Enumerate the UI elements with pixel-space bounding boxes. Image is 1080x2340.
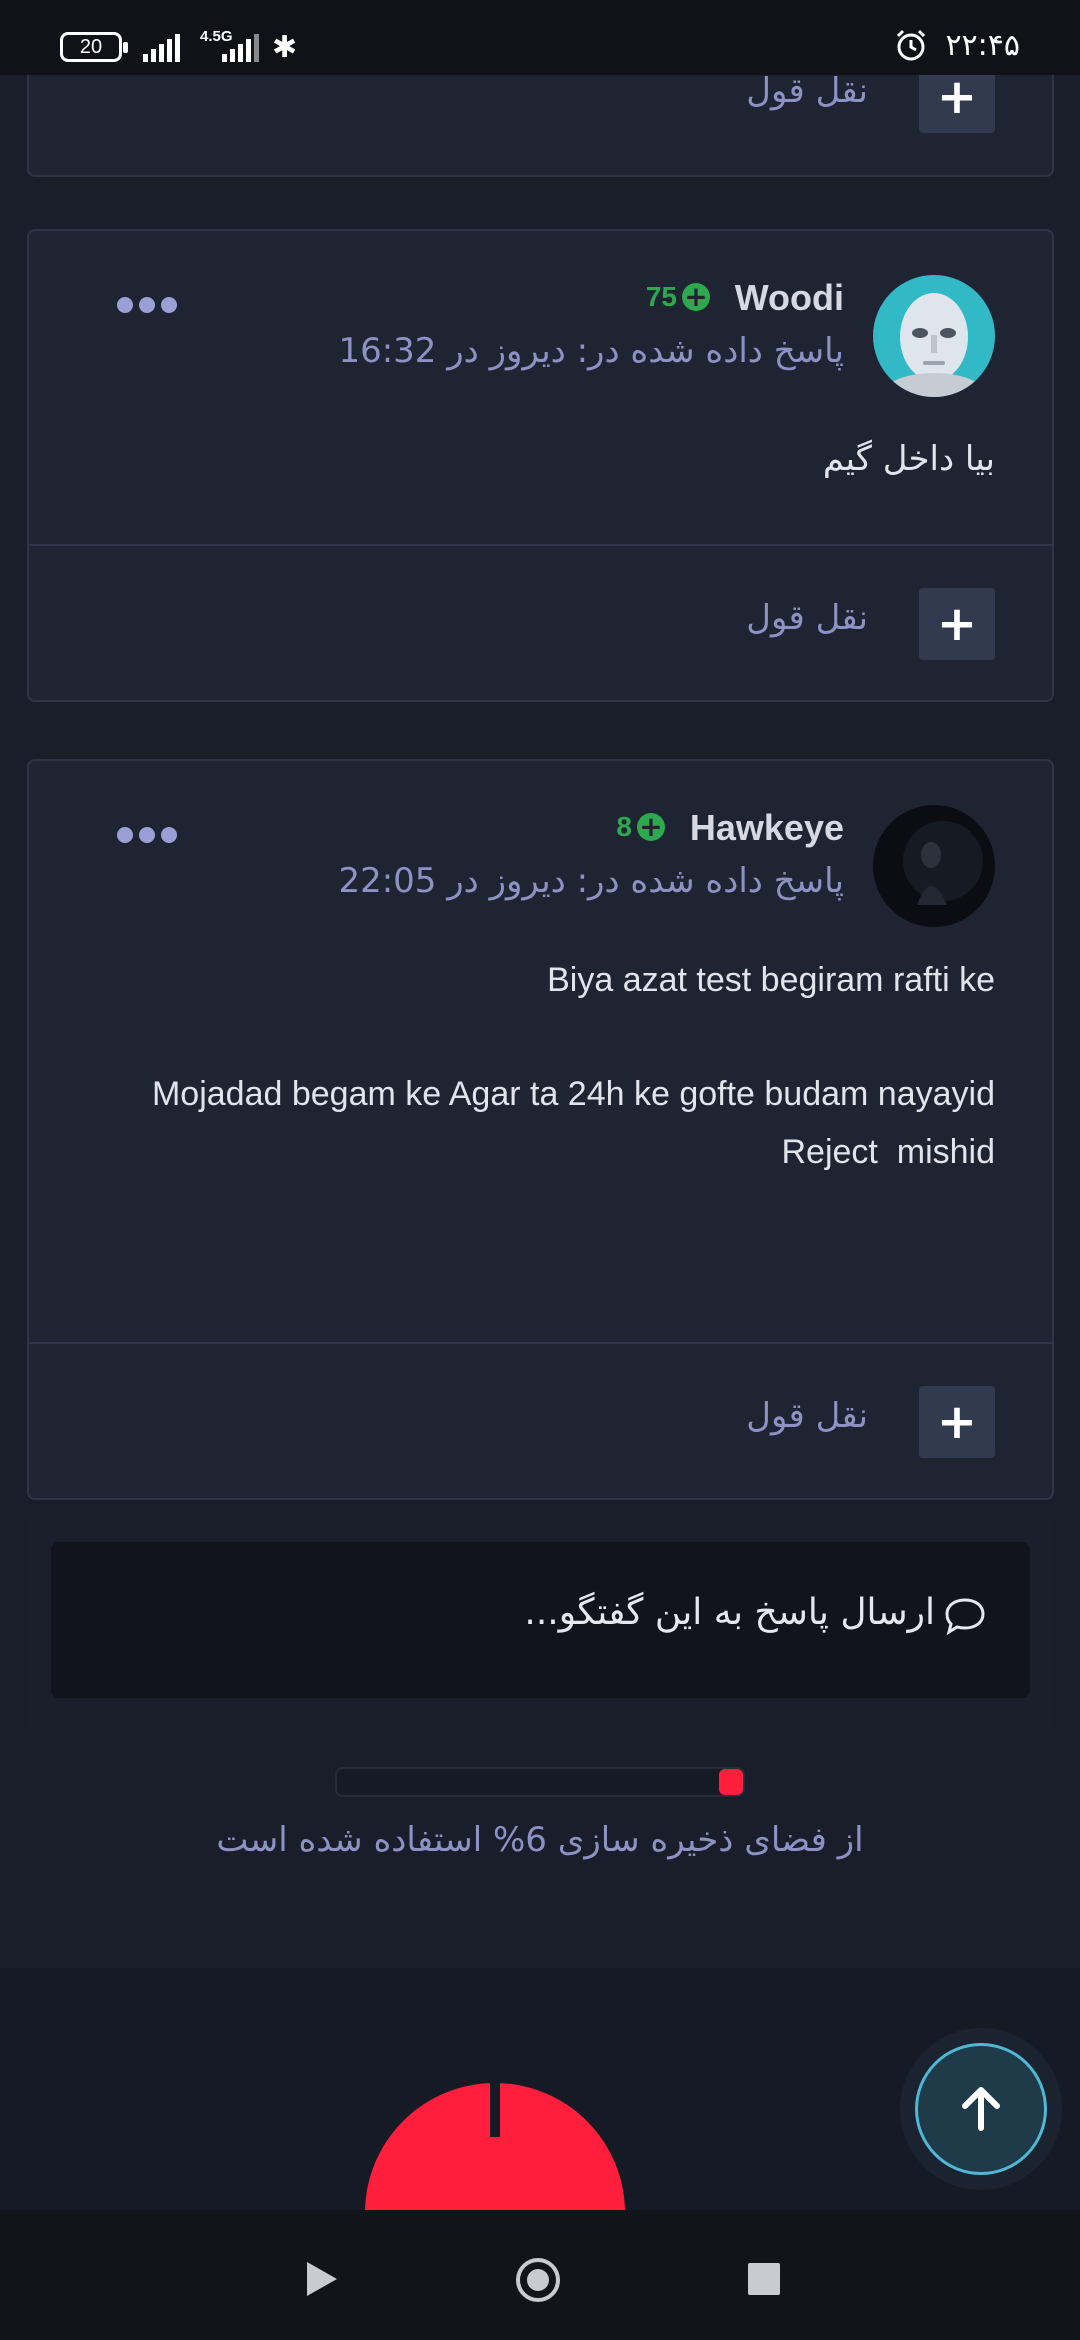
quote-row: + نقل قول [29, 1342, 1052, 1502]
play-back-icon[interactable] [305, 2260, 339, 2298]
post-body-line: بیا داخل گیم [822, 439, 995, 479]
post-body-line: Mojadad begam ke Agar ta 24h ke gofte bu… [151, 1075, 995, 1113]
reputation-count: 75 [645, 281, 677, 312]
avatar-image [873, 805, 995, 927]
posted-date: پاسخ داده شده در: دیروز در 22:05 [338, 861, 844, 901]
more-options-icon[interactable] [117, 827, 177, 847]
battery-level: 20 [79, 36, 103, 58]
post-card: Woodi + 75 پاسخ داده شده در: دیروز در 16… [27, 229, 1054, 702]
quote-label[interactable]: نقل قول [746, 75, 868, 111]
avatar-image [873, 275, 995, 397]
clock: ۲۲:۴۵ [945, 28, 1020, 63]
post-card: Hawkeye + 8 پاسخ داده شده در: دیروز در 2… [27, 759, 1054, 1500]
network-type: 4.5G [200, 28, 233, 45]
reply-section: ارسال پاسخ به این گفتگو... [27, 1520, 1054, 1727]
storage-progress-bar [335, 1767, 745, 1797]
quote-label[interactable]: نقل قول [746, 598, 868, 638]
posted-date: پاسخ داده شده در: دیروز در 16:32 [338, 331, 844, 371]
status-bar: 20 4.5G ✱ ۲۲:۴۵ [0, 0, 1080, 75]
avatar[interactable] [873, 805, 995, 927]
battery-icon: 20 [60, 32, 128, 62]
post-body-line: Biya azat test begiram rafti ke [547, 961, 995, 999]
reply-placeholder: ارسال پاسخ به این گفتگو... [524, 1592, 935, 1633]
post-body-line: Reject mishid [781, 1133, 995, 1171]
home-icon[interactable] [516, 2258, 560, 2302]
post-card: + نقل قول [27, 75, 1054, 177]
reputation-plus-icon: + [637, 813, 665, 841]
alarm-icon [896, 29, 926, 61]
quote-button[interactable]: + [919, 588, 995, 660]
reputation-count: 8 [616, 811, 632, 842]
arrow-up-icon [962, 2087, 1000, 2131]
chat-bubble-icon [945, 1598, 985, 1636]
quote-row: + نقل قول [29, 75, 1052, 175]
reputation-plus-icon: + [682, 283, 710, 311]
username[interactable]: Hawkeye [690, 807, 844, 849]
recents-icon[interactable] [748, 2263, 780, 2295]
system-nav-bar [0, 2210, 1080, 2340]
username[interactable]: Woodi [735, 277, 844, 319]
more-options-icon[interactable] [117, 297, 177, 317]
brand-logo [365, 2077, 625, 2210]
thread-content[interactable]: + نقل قول Woodi + 75 پاسخ داده شده در: د… [0, 75, 1080, 2210]
avatar[interactable] [873, 275, 995, 397]
quote-button[interactable]: + [919, 75, 995, 133]
bluetooth-icon: ✱ [272, 30, 298, 65]
quote-button[interactable]: + [919, 1386, 995, 1458]
scroll-to-top-button[interactable] [915, 2043, 1047, 2175]
storage-usage-text: از فضای ذخیره سازی 6% استفاده شده است [216, 1820, 864, 1860]
reply-input[interactable]: ارسال پاسخ به این گفتگو... [51, 1542, 1030, 1698]
quote-label[interactable]: نقل قول [746, 1396, 868, 1436]
storage-progress-fill [718, 1769, 743, 1795]
quote-row: + نقل قول [29, 544, 1052, 704]
